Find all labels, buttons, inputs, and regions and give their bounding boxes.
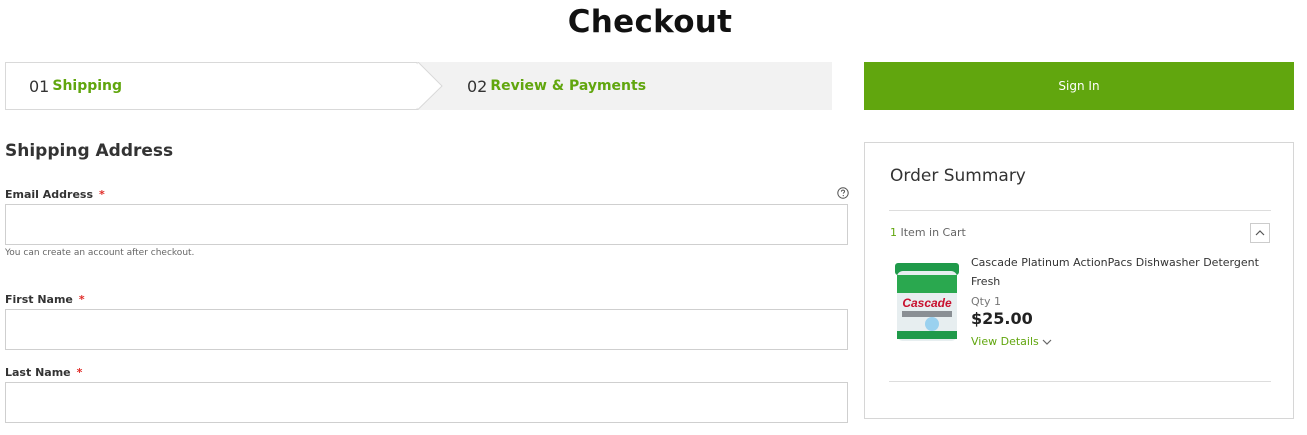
- divider: [889, 210, 1271, 211]
- cart-count-label: Item in Cart: [900, 226, 966, 239]
- progress-step-shipping[interactable]: 01 Shipping: [5, 62, 445, 110]
- first-name-label: First Name *: [5, 293, 85, 306]
- page-title: Checkout: [567, 4, 733, 40]
- product-price: $25.00: [971, 309, 1033, 328]
- cart-count-number: 1: [890, 226, 897, 239]
- first-name-field[interactable]: [5, 309, 848, 350]
- chevron-up-icon: [1255, 230, 1265, 236]
- step-label: Review & Payments: [490, 78, 647, 94]
- order-summary-panel: Order Summary 1 Item in Cart Cascade Cas…: [864, 142, 1294, 419]
- required-marker: *: [99, 188, 105, 201]
- email-label-text: Email Address: [5, 188, 94, 201]
- step-label: Shipping: [52, 78, 123, 94]
- progress-step-review-payments[interactable]: 02 Review & Payments: [445, 62, 832, 110]
- email-field[interactable]: [5, 204, 848, 245]
- last-name-label-text: Last Name: [5, 366, 71, 379]
- qty-value: 1: [993, 295, 1001, 308]
- shipping-address-title: Shipping Address: [5, 141, 174, 161]
- product-qty: Qty 1: [971, 295, 1001, 308]
- step-number: 01: [29, 76, 50, 96]
- email-hint: You can create an account after checkout…: [5, 248, 195, 258]
- product-image: Cascade: [895, 263, 959, 341]
- view-details-label: View Details: [971, 335, 1039, 348]
- required-marker: *: [78, 293, 85, 306]
- divider: [889, 381, 1271, 382]
- last-name-label: Last Name *: [5, 366, 82, 379]
- cart-count: 1 Item in Cart: [890, 226, 966, 239]
- last-name-field[interactable]: [5, 382, 848, 423]
- chevron-down-icon: [1042, 339, 1052, 345]
- product-name: Cascade Platinum ActionPacs Dishwasher D…: [971, 256, 1259, 288]
- sign-in-button[interactable]: Sign In: [864, 62, 1294, 110]
- qty-label: Qty: [971, 295, 991, 308]
- email-label: Email Address *: [5, 188, 105, 201]
- required-marker: *: [76, 366, 83, 379]
- collapse-cart-button[interactable]: [1250, 223, 1270, 243]
- first-name-label-text: First Name: [5, 293, 73, 306]
- step-number: 02: [467, 76, 488, 96]
- order-summary-title: Order Summary: [890, 166, 1026, 186]
- svg-text:Cascade: Cascade: [902, 296, 952, 310]
- question-circle-icon[interactable]: [837, 187, 849, 199]
- checkout-progress-bar: 01 Shipping 02 Review & Payments: [5, 62, 832, 110]
- view-details-link[interactable]: View Details: [971, 335, 1052, 348]
